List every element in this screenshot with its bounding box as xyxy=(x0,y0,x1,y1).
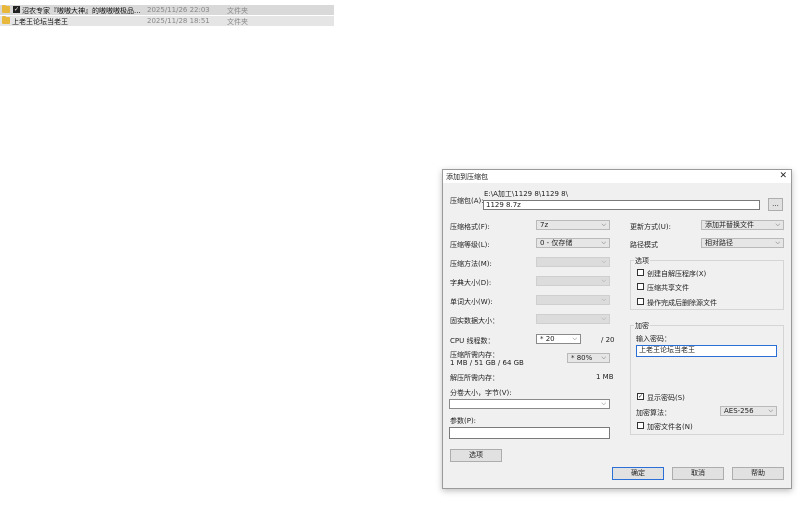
chevron-down-icon: ⌵ xyxy=(768,407,773,414)
add-to-archive-dialog: 添加到压缩包 ✕ 压缩包(A): E:\A加工\1129 8\1129 8\ 1… xyxy=(442,169,792,489)
update-select[interactable]: 添加并替换文件 ⌵ xyxy=(701,220,784,230)
enc-method-label: 加密算法： xyxy=(636,409,671,417)
delete-checkbox[interactable] xyxy=(637,298,644,305)
check-icon[interactable]: ✓ xyxy=(13,6,20,13)
archive-label: 压缩包(A): xyxy=(450,197,484,205)
dict-select[interactable]: ⌵ xyxy=(536,276,610,286)
enc-method-select[interactable]: AES-256 ⌵ xyxy=(720,406,777,416)
mem-comp-select[interactable]: * 80% ⌵ xyxy=(567,353,610,363)
file-type: 文件夹 xyxy=(227,18,248,26)
format-select[interactable]: 7z ⌵ xyxy=(536,220,610,230)
chevron-down-icon: ⌵ xyxy=(601,258,606,265)
chevron-down-icon: ⌵ xyxy=(775,239,780,246)
delete-label: 操作完成后删除源文件 xyxy=(647,299,717,307)
format-label: 压缩格式(F): xyxy=(450,223,490,231)
cpu-value: * 20 xyxy=(540,335,555,343)
file-name: 沼农专家『嗷嗷大神』的嗷嗷嗷极品... xyxy=(22,7,141,15)
archive-name-input[interactable]: 1129 8.7z xyxy=(483,200,760,210)
options-group-title: 选项 xyxy=(634,256,650,266)
params-label: 参数(P): xyxy=(450,417,477,425)
chevron-down-icon: ⌵ xyxy=(775,221,780,228)
sfx-label: 创建自解压程序(X) xyxy=(647,270,707,278)
file-type: 文件夹 xyxy=(227,7,248,15)
params-input[interactable] xyxy=(449,427,610,439)
file-row[interactable]: 上老王论坛当老王 2025/11/28 18:51 文件夹 xyxy=(0,16,334,26)
level-value: 0 - 仅存储 xyxy=(540,239,573,247)
dict-label: 字典大小(D): xyxy=(450,279,492,287)
file-date: 2025/11/28 18:51 xyxy=(147,17,210,25)
cpu-select[interactable]: * 20 ⌵ xyxy=(536,334,581,344)
dialog-titlebar: 添加到压缩包 ✕ xyxy=(443,170,791,183)
sfx-checkbox[interactable] xyxy=(637,269,644,276)
update-label: 更新方式(U): xyxy=(630,223,671,231)
level-select[interactable]: 0 - 仅存储 ⌵ xyxy=(536,238,610,248)
encrypt-group-title: 加密 xyxy=(634,321,650,331)
cpu-label: CPU 线程数： xyxy=(450,337,495,345)
chevron-down-icon: ⌵ xyxy=(601,296,606,303)
mem-comp-value: * 80% xyxy=(571,354,593,362)
format-value: 7z xyxy=(540,221,549,229)
folder-icon xyxy=(2,5,10,13)
mem-decomp-value: 1 MB xyxy=(596,373,614,381)
show-password-label: 显示密码(S) xyxy=(647,394,685,402)
split-select[interactable]: ⌵ xyxy=(449,399,610,409)
dialog-title: 添加到压缩包 xyxy=(446,173,488,181)
chevron-down-icon: ⌵ xyxy=(601,221,606,228)
ok-button[interactable]: 确定 xyxy=(612,467,664,480)
chevron-down-icon: ⌵ xyxy=(601,315,606,322)
enc-filenames-checkbox[interactable] xyxy=(637,422,644,429)
password-input[interactable]: 上老王论坛当老王 xyxy=(636,345,777,357)
solid-select[interactable]: ⌵ xyxy=(536,314,610,324)
word-select[interactable]: ⌵ xyxy=(536,295,610,305)
archive-path: E:\A加工\1129 8\1129 8\ xyxy=(484,190,568,198)
chevron-down-icon: ⌵ xyxy=(601,354,606,361)
path-value: 相对路径 xyxy=(705,239,733,247)
level-label: 压缩等级(L): xyxy=(450,241,490,249)
mem-comp-detail: 1 MB / 51 GB / 64 GB xyxy=(450,359,524,367)
folder-icon xyxy=(2,16,10,24)
show-password-checkbox[interactable]: ✓ xyxy=(637,393,644,400)
chevron-down-icon: ⌵ xyxy=(601,239,606,246)
file-name: 上老王论坛当老王 xyxy=(12,18,68,26)
file-date: 2025/11/26 22:03 xyxy=(147,6,210,14)
chevron-down-icon: ⌵ xyxy=(572,335,577,342)
enc-method-value: AES-256 xyxy=(724,407,754,415)
file-row[interactable]: ✓ 沼农专家『嗷嗷大神』的嗷嗷嗷极品... 2025/11/26 22:03 文… xyxy=(0,5,334,15)
shared-checkbox[interactable] xyxy=(637,283,644,290)
word-label: 单词大小(W): xyxy=(450,298,493,306)
options-button[interactable]: 选项 xyxy=(450,449,502,462)
path-label: 路径模式 xyxy=(630,241,658,249)
split-label: 分卷大小，字节(V): xyxy=(450,389,512,397)
browse-button[interactable]: ... xyxy=(768,198,783,211)
close-icon[interactable]: ✕ xyxy=(779,171,787,181)
chevron-down-icon: ⌵ xyxy=(601,277,606,284)
enc-filenames-label: 加密文件名(N) xyxy=(647,423,693,431)
cancel-button[interactable]: 取消 xyxy=(672,467,724,480)
method-select[interactable]: ⌵ xyxy=(536,257,610,267)
mem-decomp-label: 解压所需内存： xyxy=(450,374,499,382)
chevron-down-icon: ⌵ xyxy=(601,400,606,407)
shared-label: 压缩共享文件 xyxy=(647,284,689,292)
cpu-total: / 20 xyxy=(601,336,615,344)
solid-label: 固实数据大小： xyxy=(450,317,499,325)
path-select[interactable]: 相对路径 ⌵ xyxy=(701,238,784,248)
update-value: 添加并替换文件 xyxy=(705,221,754,229)
help-button[interactable]: 帮助 xyxy=(732,467,784,480)
method-label: 压缩方法(M): xyxy=(450,260,492,268)
password-label: 输入密码： xyxy=(636,335,671,343)
